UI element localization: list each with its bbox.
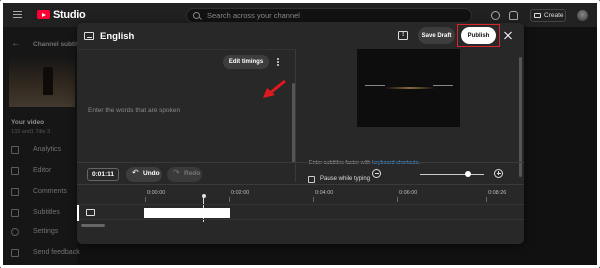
menu-icon[interactable] — [13, 11, 22, 18]
current-time-field[interactable]: 0:01:11 — [87, 168, 119, 181]
preview-scrollbar[interactable] — [519, 57, 522, 177]
search-icon — [193, 12, 200, 19]
tick-label: 0:02:00 — [231, 190, 250, 196]
report-feedback-icon[interactable] — [398, 31, 408, 40]
timeline-scrollbar[interactable] — [81, 224, 105, 227]
zoom-out-icon[interactable] — [372, 169, 381, 178]
subtitle-editor-dialog: English Save Draft Publish Edit timings … — [77, 23, 524, 244]
tick-label: 0:08:26 — [488, 190, 507, 196]
more-options-icon[interactable] — [276, 58, 280, 67]
video-player[interactable] — [357, 49, 460, 127]
player-controls-right[interactable] — [433, 85, 453, 91]
undo-icon: ↶ — [132, 168, 139, 177]
dialog-header: English Save Draft Publish — [77, 23, 524, 49]
undo-button[interactable]: ↶ Undo — [126, 167, 162, 182]
search-placeholder: Search across your channel — [207, 11, 300, 20]
undo-label: Undo — [143, 170, 160, 177]
zoom-in-icon[interactable] — [494, 169, 503, 178]
close-icon[interactable] — [502, 29, 514, 41]
redo-label: Redo — [184, 170, 201, 177]
video-frame — [385, 87, 435, 89]
tick-label: 0:06:00 — [399, 190, 418, 196]
track-start-marker — [77, 205, 79, 221]
tick — [397, 197, 398, 202]
tick — [229, 197, 230, 202]
avatar[interactable] — [577, 10, 588, 21]
youtube-logo-icon[interactable] — [37, 10, 50, 19]
save-draft-button[interactable]: Save Draft — [418, 27, 455, 44]
caption-segment[interactable] — [144, 208, 230, 218]
video-camera-icon — [534, 13, 541, 18]
tick — [486, 197, 487, 202]
redo-button[interactable]: ↷ Redo — [167, 167, 202, 182]
subtitle-text-input[interactable]: Enter the words that are spoken — [88, 107, 180, 114]
tick — [313, 197, 314, 202]
zoom-slider[interactable] — [420, 174, 484, 175]
help-icon[interactable] — [491, 11, 500, 20]
studio-logo-text[interactable]: Studio — [53, 9, 86, 21]
player-controls-left[interactable] — [365, 85, 385, 91]
timeline: 0:00:00 0:02:00 0:04:00 0:06:00 0:08:26 — [77, 184, 524, 244]
tick-label: 0:00:00 — [147, 190, 166, 196]
dialog-title: English — [100, 31, 135, 42]
timeline-ruler: 0:00:00 0:02:00 0:04:00 0:06:00 0:08:26 — [77, 188, 524, 202]
timeline-toolbar: 0:01:11 ↶ Undo ↷ Redo — [77, 162, 524, 184]
search-input[interactable]: Search across your channel — [186, 8, 472, 23]
redo-icon: ↷ — [173, 168, 180, 177]
subtitles-track-icon — [86, 209, 95, 216]
create-button[interactable]: Create — [530, 9, 566, 22]
red-arrow-annotation-icon — [263, 79, 286, 98]
subtitle-track — [77, 204, 524, 221]
notifications-icon[interactable] — [509, 11, 518, 20]
create-button-label: Create — [544, 12, 564, 19]
tick — [145, 197, 146, 202]
publish-button[interactable]: Publish — [461, 27, 496, 44]
edit-timings-button[interactable]: Edit timings — [223, 55, 269, 69]
subtitles-icon — [84, 32, 94, 40]
zoom-slider-handle[interactable] — [465, 171, 471, 177]
tick-label: 0:04:00 — [315, 190, 334, 196]
editor-scrollbar[interactable] — [292, 83, 295, 163]
